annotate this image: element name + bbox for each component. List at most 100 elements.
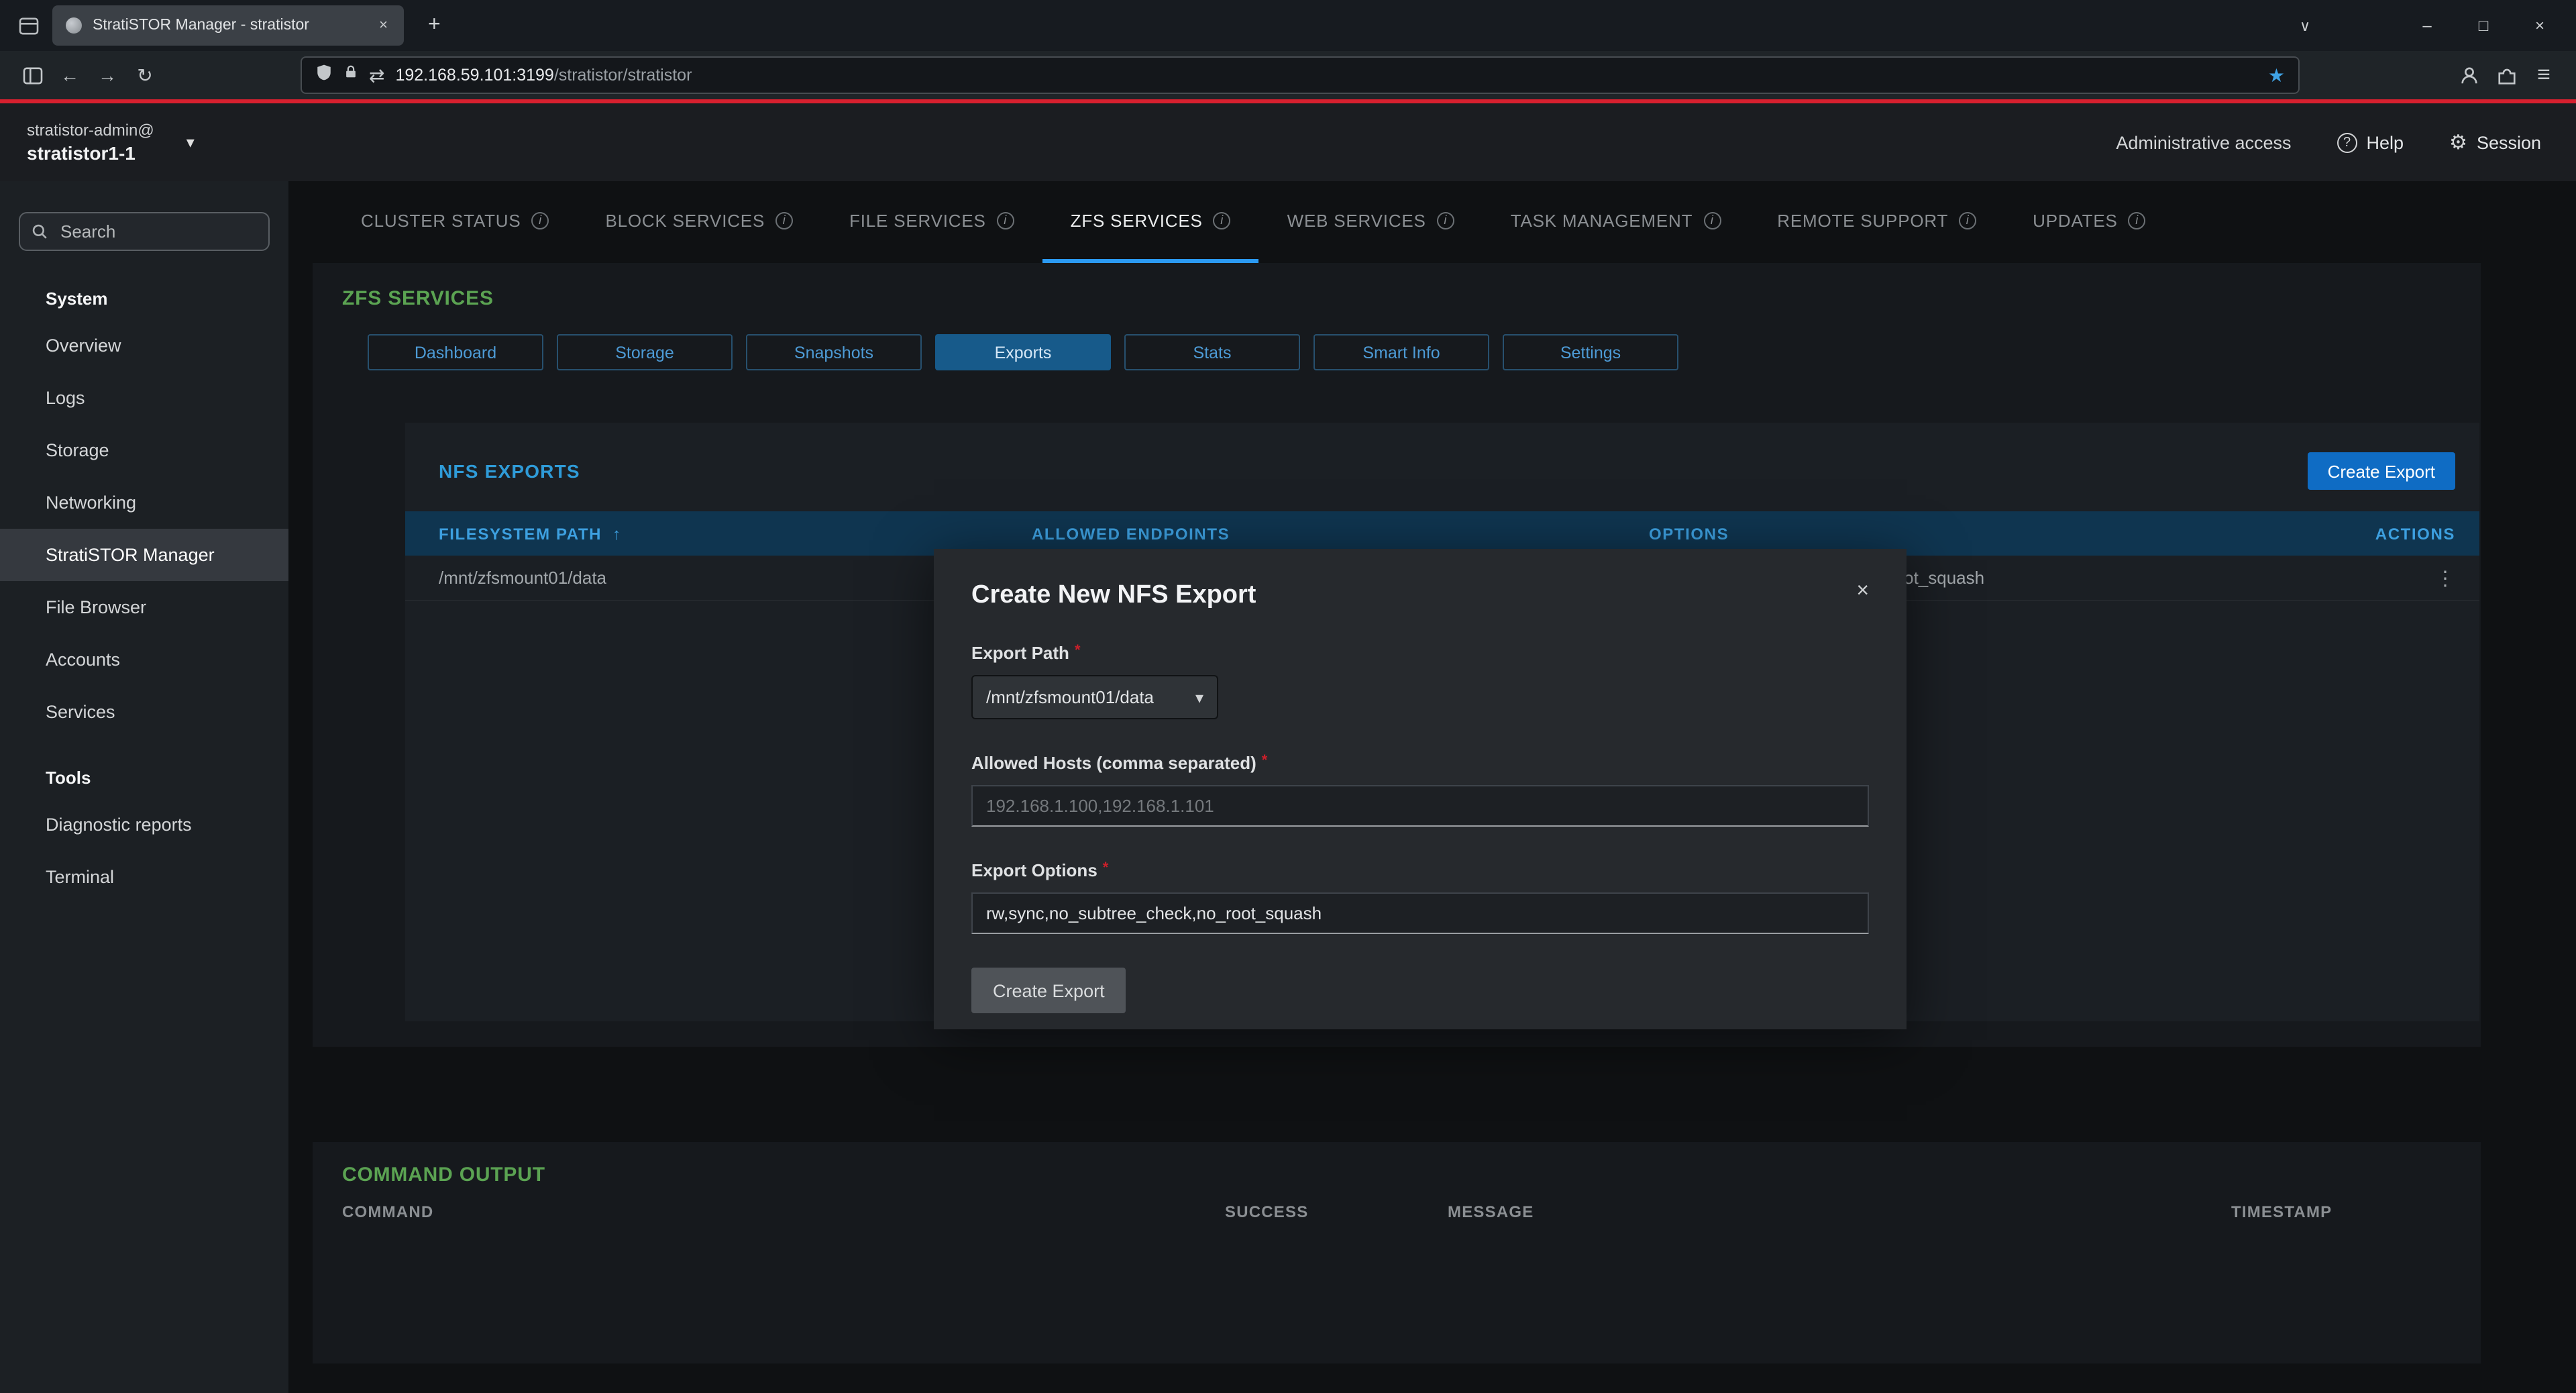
create-nfs-export-modal: Create New NFS Export × Export Path * /m… [934,549,1907,1029]
tab-label: REMOTE SUPPORT [1777,210,1948,230]
command-output-title: COMMAND OUTPUT [342,1164,2481,1186]
export-options-input[interactable] [971,892,1869,934]
modal-create-export-button[interactable]: Create Export [971,968,1126,1013]
kebab-menu-icon[interactable]: ⋮ [2435,567,2455,590]
sort-asc-icon[interactable]: ↑ [612,524,622,543]
modal-close-icon[interactable]: × [1856,581,1869,603]
required-asterisk: * [1075,644,1081,659]
chevron-down-icon: ▾ [1195,688,1203,707]
account-icon[interactable] [2450,65,2487,85]
session-menu[interactable]: ⚙ Session [2449,130,2541,154]
forward-icon[interactable]: → [89,64,126,86]
column-command: COMMAND [342,1202,1225,1221]
allowed-hosts-input[interactable] [971,785,1869,827]
subtab-settings[interactable]: Settings [1503,334,1678,370]
required-asterisk: * [1262,754,1268,769]
browser-toolbar: ← → ↻ ⇄ 192.168.59.101:3199/stratistor/s… [0,51,2576,99]
zfs-services-title: ZFS SERVICES [342,287,2481,310]
info-icon: i [775,211,793,229]
search-icon [31,223,48,247]
create-export-button[interactable]: Create Export [2308,452,2455,490]
tab-label: ZFS SERVICES [1071,210,1203,230]
permissions-icon[interactable]: ⇄ [369,64,384,87]
info-icon: i [532,211,549,229]
help-icon: ? [2337,132,2357,152]
sidebar-section-system: System [0,278,288,319]
label-text: Allowed Hosts (comma separated) [971,753,1256,773]
tab-web-services[interactable]: WEB SERVICES i [1259,181,1483,263]
browser-tab[interactable]: StratiSTOR Manager - stratistor × [52,5,404,46]
url-path: /stratistor/stratistor [554,66,692,85]
masthead: stratistor-admin@ stratistor1-1 ▾ Admini… [0,103,2576,181]
url-bar[interactable]: ⇄ 192.168.59.101:3199/stratistor/stratis… [301,56,2300,94]
column-filesystem-path[interactable]: FILESYSTEM PATH ↑ [439,524,1032,543]
subtab-storage[interactable]: Storage [557,334,733,370]
sidebar-item-overview[interactable]: Overview [0,319,288,372]
tab-label: BLOCK SERVICES [606,210,765,230]
subtab-stats[interactable]: Stats [1124,334,1300,370]
sidebar-search [19,212,270,251]
browser-window: StratiSTOR Manager - stratistor × + ∨ – … [0,0,2576,1393]
tracking-shield-icon[interactable] [315,62,333,88]
column-label: FILESYSTEM PATH [439,524,602,543]
sidebar-item-file-browser[interactable]: File Browser [0,581,288,633]
top-navigation: CLUSTER STATUS i BLOCK SERVICES i FILE S… [288,181,2576,263]
tab-file-services[interactable]: FILE SERVICES i [821,181,1042,263]
tab-label: UPDATES [2033,210,2118,230]
subtab-snapshots[interactable]: Snapshots [746,334,922,370]
tab-label: CLUSTER STATUS [361,210,521,230]
list-tabs-chevron-icon[interactable]: ∨ [2265,17,2345,34]
tab-remote-support[interactable]: REMOTE SUPPORT i [1749,181,2004,263]
search-input[interactable] [19,212,270,251]
subtab-smart-info[interactable]: Smart Info [1313,334,1489,370]
info-icon: i [1703,211,1721,229]
sidebar-item-networking[interactable]: Networking [0,476,288,529]
sidebar-item-storage[interactable]: Storage [0,424,288,476]
menu-icon[interactable]: ≡ [2525,62,2563,89]
back-icon[interactable]: ← [51,64,89,86]
export-path-label: Export Path * [971,643,1869,663]
info-icon: i [2129,211,2146,229]
gear-icon: ⚙ [2449,130,2467,154]
column-options[interactable]: OPTIONS [1649,524,2294,543]
subtab-exports[interactable]: Exports [935,334,1111,370]
column-allowed-endpoints[interactable]: ALLOWED ENDPOINTS [1032,524,1649,543]
sidebar-item-stratistor-manager[interactable]: StratiSTOR Manager [0,529,288,581]
window-maximize-button[interactable]: □ [2455,16,2512,35]
host-name: stratistor1-1 [27,142,154,164]
sidebar-item-diagnostic-reports[interactable]: Diagnostic reports [0,798,288,851]
subtab-dashboard[interactable]: Dashboard [368,334,543,370]
extensions-icon[interactable] [2487,65,2525,85]
row-actions[interactable]: ⋮ [2294,566,2455,590]
export-path-select[interactable]: /mnt/zfsmount01/data ▾ [971,675,1218,719]
help-menu[interactable]: ? Help [2337,132,2404,152]
label-text: Export Path [971,643,1069,663]
tab-block-services[interactable]: BLOCK SERVICES i [578,181,822,263]
tab-close-icon[interactable]: × [376,17,390,34]
column-actions: ACTIONS [2294,524,2455,543]
tab-task-management[interactable]: TASK MANAGEMENT i [1483,181,1750,263]
sidebar-item-services[interactable]: Services [0,686,288,738]
zfs-subtabs: Dashboard Storage Snapshots Exports Stat… [368,334,2481,370]
window-close-button[interactable]: × [2512,16,2568,35]
sidebar-item-logs[interactable]: Logs [0,372,288,424]
tab-cluster-status[interactable]: CLUSTER STATUS i [333,181,578,263]
sidebar-toggle-icon[interactable] [13,66,51,84]
new-tab-button[interactable]: + [420,13,449,38]
bookmark-star-icon[interactable]: ★ [2268,64,2285,87]
sidebar: System Overview Logs Storage Networking … [0,181,288,1393]
nfs-exports-title: NFS EXPORTS [439,460,580,482]
url-text[interactable]: 192.168.59.101:3199/stratistor/stratisto… [395,66,2257,85]
window-minimize-button[interactable]: – [2399,16,2455,35]
lock-icon[interactable] [343,63,358,87]
sidebar-section-tools: Tools [0,757,288,798]
tab-label: FILE SERVICES [849,210,986,230]
sidebar-item-accounts[interactable]: Accounts [0,633,288,686]
tab-updates[interactable]: UPDATES i [2004,181,2174,263]
user-menu[interactable]: stratistor-admin@ stratistor1-1 ▾ [27,121,195,164]
administrative-access-button[interactable]: Administrative access [2116,132,2291,152]
sidebar-item-terminal[interactable]: Terminal [0,851,288,903]
reload-icon[interactable]: ↻ [126,64,164,87]
tab-zfs-services[interactable]: ZFS SERVICES i [1042,181,1259,263]
firefox-view-icon[interactable] [19,17,39,34]
